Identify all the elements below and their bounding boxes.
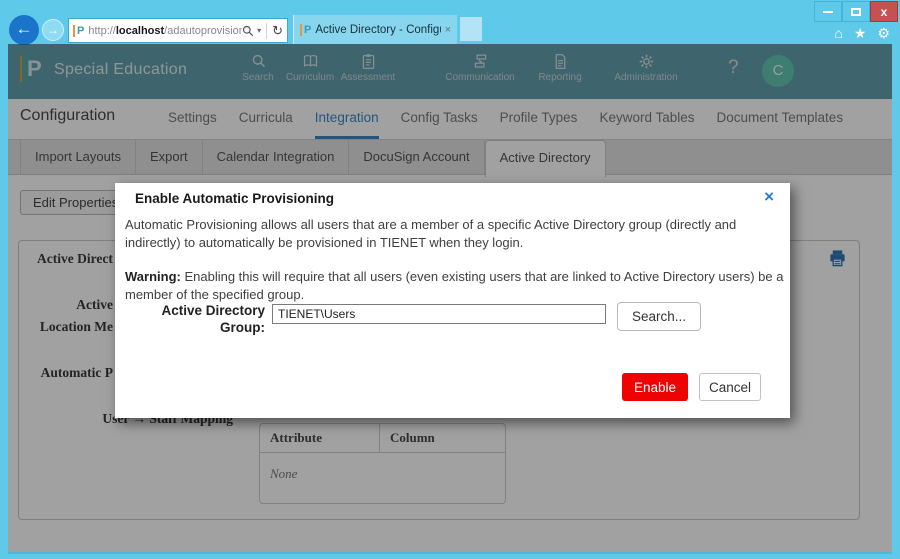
site-favicon: P (73, 25, 84, 37)
browser-back-button[interactable]: ← (9, 15, 39, 45)
window-bottom-edge (8, 552, 892, 554)
close-window-button[interactable]: x (870, 1, 898, 22)
back-arrow-icon: ← (16, 19, 33, 38)
ad-group-label-line1: Active Directory (130, 302, 265, 319)
minimize-button[interactable] (814, 1, 842, 22)
favorites-star-icon[interactable]: ★ (854, 25, 867, 42)
tab-close-icon[interactable]: × (445, 24, 451, 36)
refresh-icon[interactable]: ↻ (272, 23, 283, 39)
tab-favicon: P (300, 24, 311, 36)
page-viewport: P Special Education Search Curriculum As… (8, 44, 892, 552)
browser-forward-button[interactable]: → (42, 19, 64, 41)
url-domain: localhost (116, 25, 164, 37)
settings-gear-icon[interactable]: ⚙ (877, 25, 890, 42)
enable-button[interactable]: Enable (622, 373, 688, 401)
cancel-button[interactable]: Cancel (699, 373, 761, 401)
forward-arrow-icon: → (47, 23, 59, 37)
search-group-button[interactable]: Search... (617, 302, 701, 331)
window-controls: x (814, 1, 898, 22)
warning-label: Warning: (125, 269, 181, 284)
warning-text: Enabling this will require that all user… (125, 269, 783, 302)
dialog-description: Automatic Provisioning allows all users … (125, 216, 783, 251)
divider (266, 23, 267, 39)
dialog-close-icon[interactable]: × (764, 187, 774, 207)
url-prefix: http:// (88, 25, 116, 37)
maximize-button[interactable] (842, 1, 870, 22)
ad-group-input[interactable] (272, 304, 606, 324)
maximize-icon (851, 8, 861, 16)
chevron-down-icon[interactable]: ▾ (257, 26, 261, 35)
ad-group-label: Active Directory Group: (130, 302, 265, 336)
new-tab-button[interactable] (460, 17, 482, 41)
search-icon[interactable] (242, 25, 254, 37)
address-bar[interactable]: P http://localhost/adautoprovision.asp ▾… (68, 18, 288, 43)
home-icon[interactable]: ⌂ (834, 25, 842, 42)
enable-automatic-provisioning-dialog: Enable Automatic Provisioning × Automati… (115, 183, 790, 418)
tab-title: Active Directory - Configure (315, 24, 440, 36)
minimize-icon (823, 11, 833, 13)
close-icon: x (881, 5, 888, 19)
dialog-warning: Warning: Enabling this will require that… (125, 268, 787, 303)
ad-group-label-line2: Group: (130, 319, 265, 336)
url-path: /adautoprovision.asp (164, 25, 242, 37)
url-text[interactable]: http://localhost/adautoprovision.asp (88, 25, 242, 37)
browser-tab[interactable]: P Active Directory - Configure × (293, 15, 457, 44)
dialog-title: Enable Automatic Provisioning (135, 191, 334, 206)
